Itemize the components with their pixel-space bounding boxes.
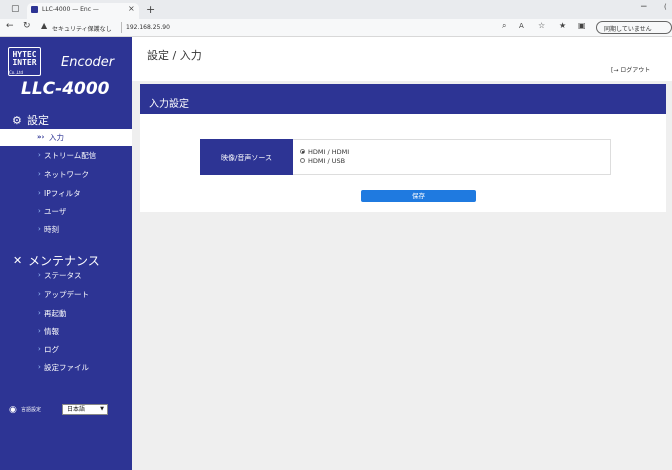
field-label: 映像/音声ソース [220, 154, 272, 162]
sidebar-item-ipfilter[interactable]: › IPフィルタ [0, 185, 132, 202]
chevron-right-icon: › [38, 345, 41, 353]
radio-label: HDMI / HDMI [308, 148, 350, 156]
minimize-icon[interactable]: − [640, 3, 648, 12]
favorites-icon[interactable]: ★ [559, 22, 566, 30]
logout-icon: [→ [611, 67, 619, 74]
sidebar-item-label: 入力 [49, 133, 64, 142]
sidebar-item-label: 情報 [44, 327, 59, 336]
chevron-right-icon: › [38, 327, 41, 335]
sidebar-item-label: 時刻 [44, 225, 59, 234]
read-aloud-icon[interactable]: A [519, 23, 524, 30]
settings-section-title: 設定 [27, 114, 49, 127]
url-text[interactable]: 192.168.25.90 [126, 24, 170, 31]
back-icon[interactable]: ← [6, 22, 14, 31]
maximize-icon[interactable]: ( [664, 4, 667, 11]
chevron-right-icon: »› [37, 133, 45, 141]
new-tab-icon[interactable]: + [146, 4, 155, 15]
logout-label: ログアウト [620, 67, 651, 74]
language-value: 日本語 [67, 406, 86, 413]
chevron-down-icon: ▼ [100, 406, 104, 412]
product-name: Encoder [61, 55, 115, 70]
window-menu-icon[interactable]: ▢ [11, 5, 20, 14]
sidebar-item-network[interactable]: › ネットワーク [0, 166, 132, 183]
chevron-right-icon: › [38, 170, 41, 178]
sidebar-item-status[interactable]: › ステータス [0, 267, 132, 284]
sidebar-item-time[interactable]: › 時刻 [0, 221, 132, 238]
sidebar-item-label: ストリーム配信 [44, 151, 97, 160]
sidebar-item-log[interactable]: › ログ [0, 341, 132, 358]
chevron-right-icon: › [38, 225, 41, 233]
chevron-right-icon: › [38, 290, 41, 298]
sidebar-item-reboot[interactable]: › 再起動 [0, 305, 132, 322]
model-name: LLC-4000 [21, 79, 110, 99]
language-label: 言語設定 [21, 407, 42, 413]
security-text[interactable]: セキュリティ保護なし [52, 24, 112, 33]
gear-icon: ⚙ [12, 114, 22, 127]
logo-subtext: Co.,Ltd [9, 70, 24, 75]
chevron-right-icon: › [38, 151, 41, 159]
sidebar-item-update[interactable]: › アップデート [0, 286, 132, 303]
sidebar-item-input[interactable]: »› 入力 [0, 129, 132, 146]
sidebar-item-config-file[interactable]: › 設定ファイル [0, 359, 132, 376]
chevron-right-icon: › [38, 309, 41, 317]
panel-title: 入力設定 [149, 99, 189, 110]
panel-header [140, 84, 666, 114]
sidebar-item-label: 再起動 [44, 309, 67, 318]
favicon-icon [31, 6, 38, 13]
refresh-icon[interactable]: ↻ [23, 22, 31, 31]
sidebar-item-label: ステータス [44, 271, 82, 280]
sidebar-item-info[interactable]: › 情報 [0, 323, 132, 340]
language-select[interactable]: 日本語 ▼ [62, 404, 108, 415]
sidebar-item-label: アップデート [44, 290, 89, 299]
radio-button-selected[interactable] [300, 149, 305, 154]
sidebar-item-label: ユーザ [44, 207, 67, 216]
globe-icon: ◉ [9, 405, 17, 415]
chevron-right-icon: › [38, 189, 41, 197]
tab-title: LLC-4000 — Enc — [42, 6, 99, 13]
sidebar-item-stream[interactable]: › ストリーム配信 [0, 147, 132, 164]
chevron-right-icon: › [38, 363, 41, 371]
tab-close-icon[interactable]: × [128, 5, 135, 13]
chevron-right-icon: › [38, 207, 41, 215]
tools-icon: ✕ [13, 254, 23, 267]
top-bar [132, 37, 672, 81]
save-button[interactable]: 保存 [361, 190, 476, 202]
search-icon[interactable]: ⌕ [502, 22, 506, 30]
page-title: 設定 / 入力 [147, 49, 202, 62]
sidebar-item-user[interactable]: › ユーザ [0, 203, 132, 220]
radio-option-hdmi-usb[interactable]: HDMI / USB [300, 157, 345, 165]
collections-icon[interactable]: ▣ [578, 22, 586, 30]
sidebar-item-label: ログ [44, 345, 59, 354]
sidebar-item-label: IPフィルタ [44, 189, 81, 198]
favorite-add-icon[interactable]: ☆ [538, 22, 545, 30]
chevron-right-icon: › [38, 271, 41, 279]
warning-icon[interactable]: ▲ [41, 22, 47, 30]
sidebar-item-label: ネットワーク [44, 170, 89, 179]
logout-link[interactable]: [→ ログアウト [611, 65, 650, 74]
radio-option-hdmi-hdmi[interactable]: HDMI / HDMI [300, 148, 349, 156]
sidebar-item-label: 設定ファイル [44, 363, 89, 372]
divider [121, 22, 122, 33]
radio-label: HDMI / USB [308, 157, 346, 165]
sync-button-label: 同期していません [604, 26, 652, 33]
radio-button[interactable] [300, 158, 305, 163]
